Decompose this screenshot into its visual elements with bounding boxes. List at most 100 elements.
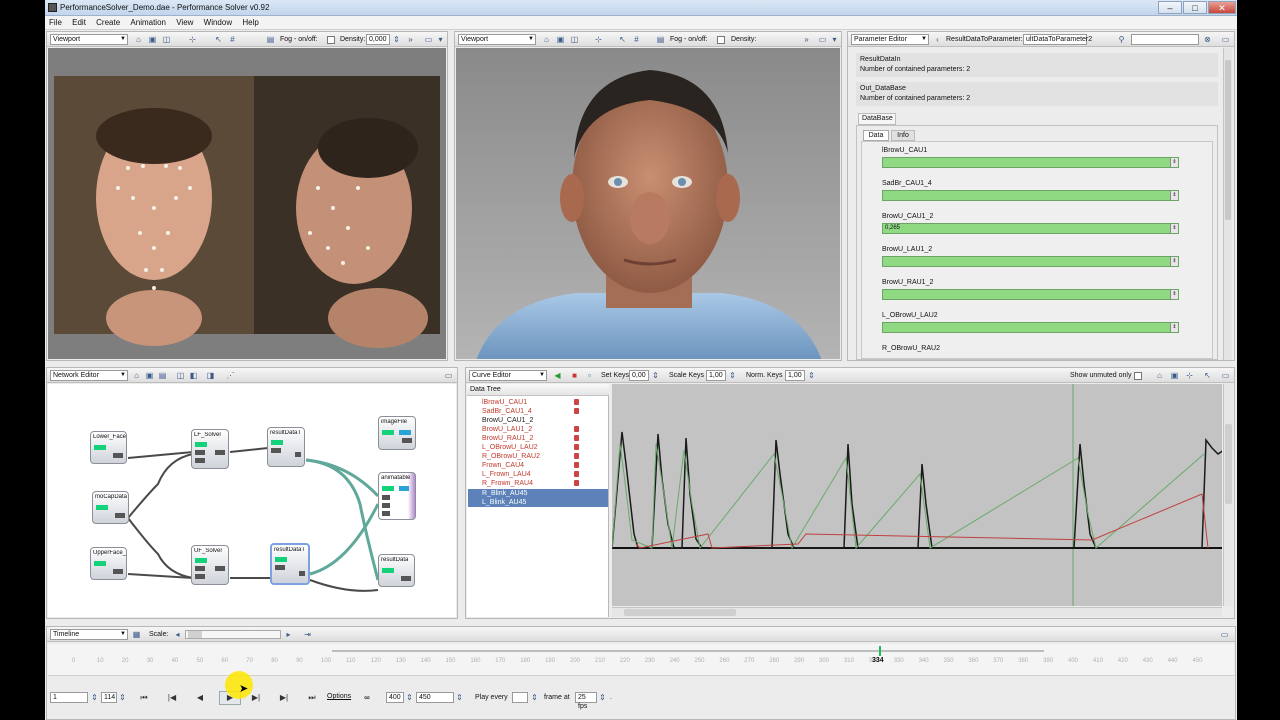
network-canvas[interactable]: Lower_Face moCapData UpperFace_ LF_Solve… — [48, 384, 456, 617]
screen-icon[interactable]: ▭ — [423, 34, 434, 45]
viewport-combo[interactable]: Viewport ▼ — [458, 34, 536, 45]
scrollbar-thumb[interactable] — [624, 609, 736, 616]
node-resultdata[interactable]: resultData — [378, 554, 415, 587]
play-every-input[interactable] — [512, 692, 528, 703]
node-icon[interactable]: ◧ — [188, 370, 199, 381]
timeline-range-bar[interactable] — [332, 650, 1044, 652]
next-icon[interactable]: » — [405, 34, 416, 45]
panel-menu-icon[interactable]: ▭ — [1220, 34, 1231, 45]
norm-keys-spinner-icon[interactable]: ⇕ — [806, 370, 817, 381]
frame-icon[interactable]: ▣ — [147, 34, 158, 45]
ungroup-icon[interactable]: ◨ — [205, 370, 216, 381]
tree-item[interactable]: SadBr_CAU1_4 — [468, 407, 608, 416]
mute-icon[interactable] — [574, 408, 579, 414]
playhead[interactable] — [879, 646, 881, 656]
fog-icon[interactable]: ▤ — [265, 34, 276, 45]
fps-spinner-icon[interactable]: ⇕ — [597, 692, 608, 703]
menu-view[interactable]: View — [172, 16, 197, 29]
range-end-input[interactable]: 450 — [416, 692, 454, 703]
video-view[interactable] — [48, 48, 446, 359]
select-tool-icon[interactable]: ↖ — [1202, 370, 1213, 381]
tree-item[interactable]: R_Blink_AU45 — [468, 489, 608, 498]
tree-item[interactable]: BrowU_CAU1_2 — [468, 416, 608, 425]
range-start-spinner-icon[interactable]: ⇕ — [404, 692, 415, 703]
scale-left-icon[interactable]: ◂ — [172, 629, 183, 640]
home-icon[interactable]: ⌂ — [133, 34, 144, 45]
group-icon[interactable]: ◫ — [175, 370, 186, 381]
menu-animation[interactable]: Animation — [126, 16, 170, 29]
node-lower-face[interactable]: Lower_Face — [90, 431, 127, 464]
home-icon[interactable]: ⌂ — [131, 370, 142, 381]
start-frame-input[interactable]: 1 — [50, 692, 88, 703]
set-keys-spinner-icon[interactable]: ⇕ — [650, 370, 661, 381]
panel-menu-icon[interactable]: ▭ — [1219, 629, 1230, 640]
viewport-combo[interactable]: Viewport ▼ — [50, 34, 128, 45]
menu-edit[interactable]: Edit — [68, 16, 90, 29]
menu-window[interactable]: Window — [200, 16, 236, 29]
norm-keys-input[interactable]: 1,00 — [785, 370, 805, 381]
node-animatable[interactable]: animatable — [378, 472, 416, 520]
select-tool-icon[interactable]: ↖ — [213, 34, 224, 45]
curve-graph[interactable] — [612, 384, 1222, 606]
scrollbar-thumb[interactable] — [1225, 60, 1231, 220]
range-start-input[interactable]: 400 — [386, 692, 404, 703]
curve-v-scrollbar[interactable] — [1223, 384, 1233, 606]
previous-key-icon[interactable]: |◀ — [165, 692, 179, 704]
tree-item[interactable]: L_OBrowU_LAU2 — [468, 443, 608, 452]
timeline-ruler[interactable]: 0 10 20 30 40 50 60 70 80 90 100 110 120 130 140 150 160… — [48, 644, 1234, 676]
tab-info[interactable]: Info — [891, 130, 915, 141]
panel-menu-icon[interactable]: ▭ — [1220, 370, 1231, 381]
key-remove-icon[interactable]: ■ — [569, 370, 580, 381]
node-lf-solver[interactable]: LF_Solver — [191, 429, 229, 469]
spin-icon[interactable]: ⇕ — [1170, 224, 1178, 233]
options-button[interactable]: Options — [327, 693, 351, 700]
next-key-icon[interactable]: ▶| — [277, 692, 291, 704]
tree-item[interactable]: Frown_CAU4 — [468, 461, 608, 470]
menu-help[interactable]: Help — [238, 16, 262, 29]
end-frame-input[interactable]: 114 — [101, 692, 117, 703]
mute-icon[interactable] — [574, 453, 579, 459]
param-scrollbar[interactable] — [1223, 48, 1232, 360]
axis-icon[interactable]: ⊹ — [1184, 370, 1195, 381]
mute-icon[interactable] — [574, 399, 579, 405]
tree-item[interactable]: L_Frown_LAU4 — [468, 470, 608, 479]
fog-checkbox[interactable] — [717, 36, 725, 44]
scale-slider[interactable] — [185, 630, 281, 639]
param-slider[interactable]: ⇕ — [882, 157, 1179, 168]
density-spinner-icon[interactable]: ⇕ — [391, 34, 402, 45]
set-keys-input[interactable]: 0,00 — [629, 370, 649, 381]
close-button[interactable]: ✕ — [1208, 1, 1236, 14]
timeline-settings-icon[interactable]: ▦ — [131, 629, 142, 640]
go-to-end-icon[interactable]: ⏭ — [305, 692, 319, 704]
timeline-combo[interactable]: Timeline ▼ — [50, 629, 128, 640]
mute-icon[interactable] — [574, 471, 579, 477]
back-icon[interactable]: ‹ — [932, 34, 943, 45]
axis-icon[interactable]: ⊹ — [593, 34, 604, 45]
start-frame-spinner-icon[interactable]: ⇕ — [89, 692, 100, 703]
panel-menu-icon[interactable]: ▭ — [443, 370, 454, 381]
network-editor-combo[interactable]: Network Editor ▼ — [50, 370, 128, 381]
curve-editor-combo[interactable]: Curve Editor ▼ — [469, 370, 547, 381]
camera-icon[interactable]: ◫ — [569, 34, 580, 45]
param-slider[interactable]: ⇕ — [882, 322, 1179, 333]
show-unmuted-checkbox[interactable] — [1134, 372, 1142, 380]
node-upper-face[interactable]: UpperFace_ — [90, 547, 127, 580]
node-resultdatatoparameter-2[interactable]: resultDataT — [270, 543, 310, 585]
param-slider[interactable]: ⇕ — [882, 190, 1179, 201]
grid-icon[interactable]: # — [227, 34, 238, 45]
loop-icon[interactable]: ∞ — [360, 692, 374, 704]
spin-icon[interactable]: ⇕ — [1170, 257, 1178, 266]
mute-icon[interactable] — [574, 462, 579, 468]
3d-view[interactable] — [456, 48, 840, 359]
tree-item[interactable]: BrowU_LAU1_2 — [468, 425, 608, 434]
tree-item[interactable]: L_Blink_AU45 — [468, 498, 608, 507]
viewport-menu-icon[interactable]: ▾ — [435, 34, 446, 45]
density-input[interactable]: 0,000 — [366, 34, 390, 45]
spin-icon[interactable]: ⇕ — [1170, 323, 1178, 332]
scale-slider-handle[interactable] — [188, 631, 202, 638]
mute-icon[interactable] — [574, 480, 579, 486]
fog-icon[interactable]: ▤ — [655, 34, 666, 45]
grid-icon[interactable]: # — [631, 34, 642, 45]
play-every-spinner-icon[interactable]: ⇕ — [529, 692, 540, 703]
home-icon[interactable]: ⌂ — [541, 34, 552, 45]
